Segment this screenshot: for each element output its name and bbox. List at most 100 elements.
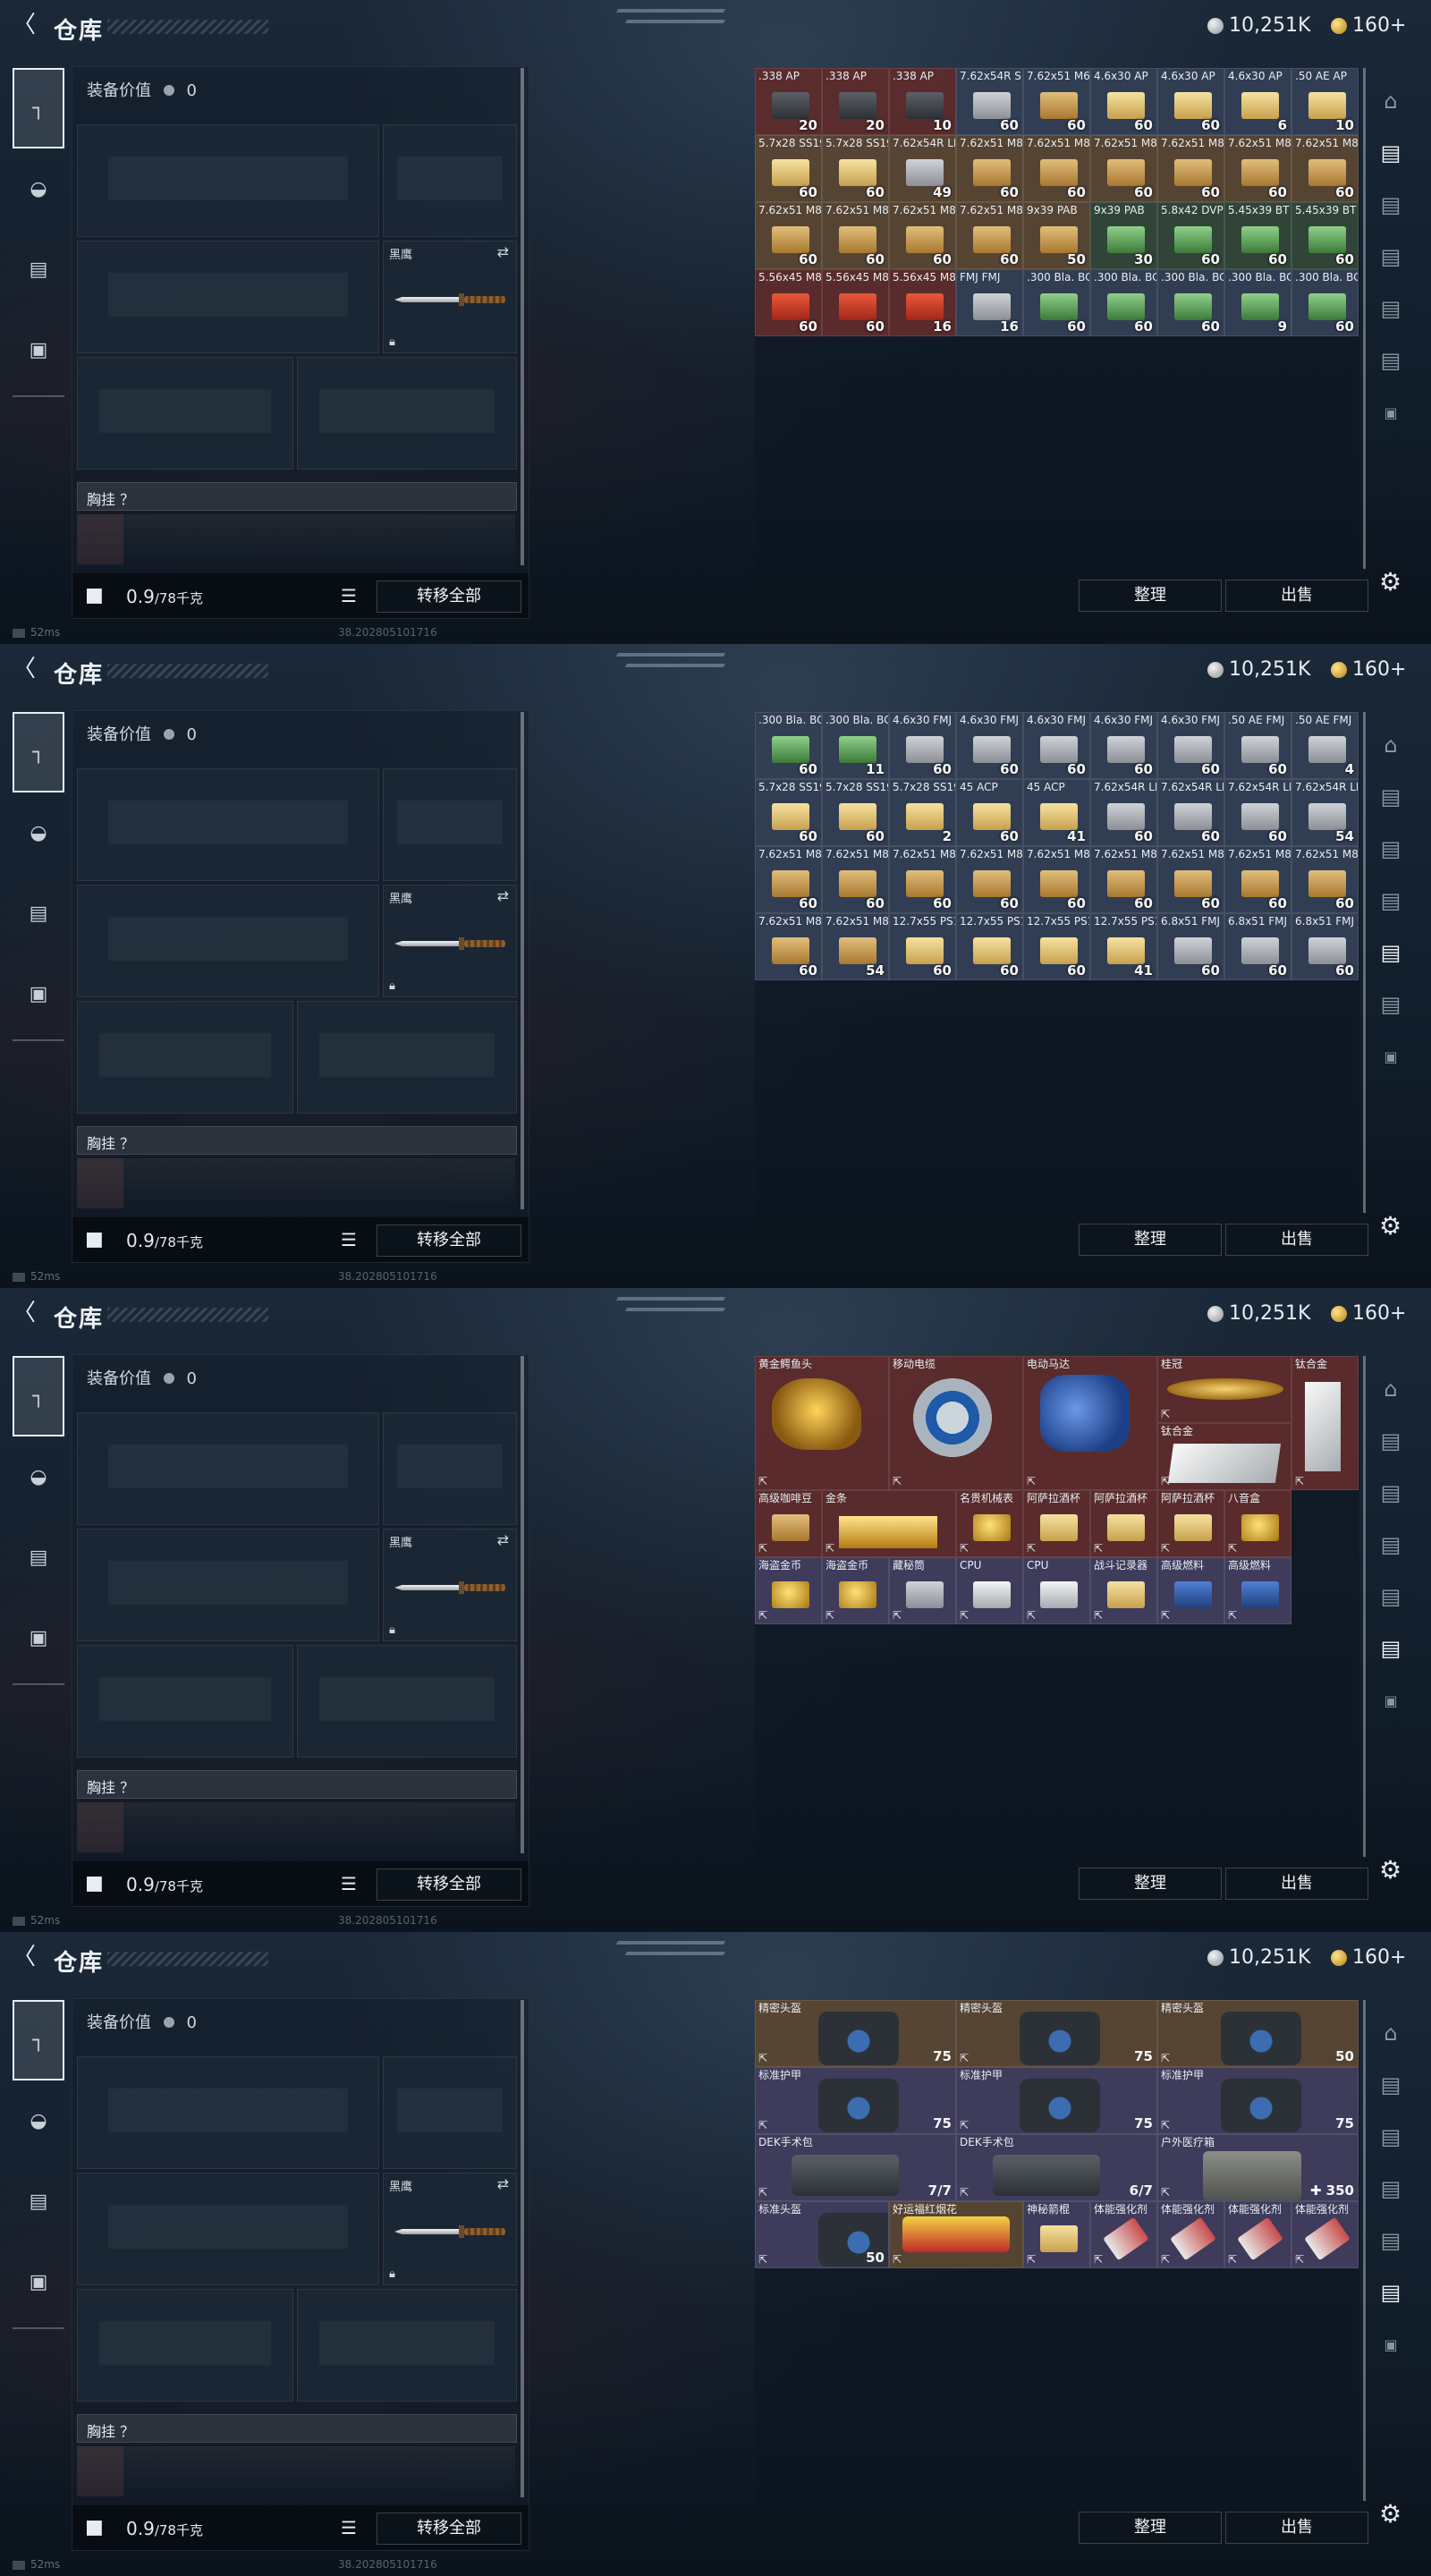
swap-icon[interactable]: ⇄	[497, 887, 509, 904]
sell-button[interactable]: 出售	[1225, 1868, 1368, 1900]
stash-item[interactable]: 5.7x28 SS190 60	[755, 135, 822, 202]
stash-item[interactable]: 阿萨拉酒杯 ⇱	[1023, 1490, 1090, 1557]
stash-item[interactable]: 电动马达 ⇱	[1023, 1356, 1157, 1490]
tab-vest[interactable]: ▤	[13, 1517, 64, 1597]
stash-item[interactable]: 阿萨拉酒杯 ⇱	[1090, 1490, 1157, 1557]
back-arrow-icon[interactable]: 〈	[13, 1301, 38, 1326]
tab-helmet[interactable]: ◒	[13, 2080, 64, 2161]
stash-item[interactable]: 7.62x51 M80 60	[956, 202, 1023, 269]
stash-item[interactable]: 12.7x55 PS12A 41	[1090, 913, 1157, 980]
stash-item[interactable]: 7.62x51 M80 60	[822, 846, 889, 913]
stash-item[interactable]: 7.62x51 M80 60	[1291, 846, 1359, 913]
stash-item[interactable]: 4.6x30 AP 6	[1224, 68, 1291, 135]
stash-tab-icon[interactable]: ▤	[1363, 2163, 1418, 2215]
helmet-slot[interactable]	[77, 2289, 293, 2402]
stash-item[interactable]: 7.62x54R LPS 49	[889, 135, 956, 202]
rig-slot[interactable]	[77, 1802, 123, 1852]
stash-item[interactable]: 5.8x42 DVP 60	[1157, 202, 1224, 269]
stash-item[interactable]: 八音盒 ⇱	[1224, 1490, 1291, 1557]
stash-item[interactable]: 名贵机械表 ⇱	[956, 1490, 1023, 1557]
tab-vest[interactable]: ▤	[13, 873, 64, 953]
tab-briefcase[interactable]: ▣	[13, 1597, 64, 1678]
rig-slot[interactable]	[77, 2446, 123, 2496]
sort-button[interactable]: 整理	[1079, 1224, 1222, 1256]
helmet-slot[interactable]	[77, 357, 293, 470]
pistol-slot[interactable]	[383, 124, 517, 237]
stash-tab-icon[interactable]: ▤	[1363, 1467, 1418, 1519]
stash-item[interactable]: 7.62x51 M80 60	[889, 846, 956, 913]
stash-item[interactable]: 7.62x51 M80 60	[755, 913, 822, 980]
sell-button[interactable]: 出售	[1225, 2512, 1368, 2544]
armor-slot[interactable]	[297, 357, 517, 470]
stash-item[interactable]: 7.62x51 M80 60	[1090, 846, 1157, 913]
pistol-slot[interactable]	[383, 768, 517, 881]
stash-item[interactable]: 藏秘筒 ⇱	[889, 1557, 956, 1624]
tab-briefcase[interactable]: ▣	[13, 2241, 64, 2322]
chest-rig-header[interactable]: 胸挂 ？	[77, 1770, 517, 1799]
stash-item[interactable]: 标准护甲 ⇱ 75	[755, 2067, 956, 2134]
stash-tab-add-icon[interactable]: ▤	[1363, 927, 1418, 979]
tab-helmet[interactable]: ◒	[13, 792, 64, 873]
stash-item[interactable]: FMJ FMJ 16	[956, 269, 1023, 336]
tab-helmet[interactable]: ◒	[13, 1436, 64, 1517]
stash-item[interactable]: .50 AE AP 10	[1291, 68, 1359, 135]
stash-item[interactable]: 阿萨拉酒杯 ⇱	[1157, 1490, 1224, 1557]
stash-item[interactable]: .338 AP 20	[755, 68, 822, 135]
sort-button[interactable]: 整理	[1079, 1868, 1222, 1900]
tab-weapons[interactable]: ┐	[13, 68, 64, 148]
armor-slot[interactable]	[297, 1645, 517, 1758]
lock-icon[interactable]: ▣	[1363, 1674, 1418, 1726]
tab-weapons[interactable]: ┐	[13, 2000, 64, 2080]
melee-slot[interactable]: 黑鹰 ⇄ 🔒︎	[383, 1529, 517, 1641]
primary-weapon-slot[interactable]	[77, 1412, 379, 1525]
settings-gear-icon[interactable]: ⚙	[1379, 567, 1401, 597]
stash-tab-icon[interactable]: ▤	[1363, 2059, 1418, 2111]
stash-item[interactable]: 5.56x45 M855 60	[822, 269, 889, 336]
stash-item[interactable]: 户外医疗箱 ⇱ ✚ 350	[1157, 2134, 1359, 2201]
stash-item[interactable]: 6.8x51 FMJ 60	[1157, 913, 1224, 980]
stash-item[interactable]: CPU ⇱	[1023, 1557, 1090, 1624]
stash-item[interactable]: 12.7x55 PS12A 60	[889, 913, 956, 980]
stash-item[interactable]: 4.6x30 FMJ 60	[1023, 712, 1090, 779]
tab-vest[interactable]: ▤	[13, 2161, 64, 2241]
stash-item[interactable]: 标准护甲 ⇱ 75	[956, 2067, 1157, 2134]
chest-rig-header[interactable]: 胸挂 ？	[77, 482, 517, 511]
stash-tab-icon[interactable]: ▤	[1363, 875, 1418, 927]
stash-tab-add-icon[interactable]: ▤	[1363, 283, 1418, 335]
stash-item[interactable]: 5.45x39 BT 60	[1224, 202, 1291, 269]
stash-item[interactable]: 7.62x51 M80 60	[1224, 135, 1291, 202]
stash-item[interactable]: 体能强化剂 ⇱	[1291, 2201, 1359, 2268]
stash-item[interactable]: 6.8x51 FMJ 60	[1224, 913, 1291, 980]
stash-item[interactable]: 7.62x51 M61 60	[1023, 68, 1090, 135]
transfer-all-button[interactable]: 转移全部	[377, 2512, 521, 2545]
stash-item[interactable]: 体能强化剂 ⇱	[1224, 2201, 1291, 2268]
stash-item[interactable]: .300 Bla. BCP FMJ 60	[755, 712, 822, 779]
stash-item[interactable]: 金条 ⇱	[822, 1490, 956, 1557]
gold-currency[interactable]: 160+	[1331, 658, 1406, 681]
stash-item[interactable]: .300 Bla. BCP FMJ 11	[822, 712, 889, 779]
transfer-all-button[interactable]: 转移全部	[377, 1868, 521, 1901]
stash-item[interactable]: 7.62x54R LPS 60	[1157, 779, 1224, 846]
stash-item[interactable]: .300 Bla. BCP FMJ 60	[1157, 269, 1224, 336]
stash-item[interactable]: 7.62x51 M80 60	[1023, 846, 1090, 913]
tab-vest[interactable]: ▤	[13, 229, 64, 309]
sell-button[interactable]: 出售	[1225, 580, 1368, 612]
sort-button[interactable]: 整理	[1079, 580, 1222, 612]
gold-currency[interactable]: 160+	[1331, 14, 1406, 37]
stash-tab-icon[interactable]: ▤	[1363, 231, 1418, 283]
stash-item[interactable]: 5.7x28 SS198 2	[889, 779, 956, 846]
stash-tab-add-icon[interactable]: ▤	[1363, 2267, 1418, 2318]
tab-briefcase[interactable]: ▣	[13, 309, 64, 390]
stash-item[interactable]: 钛合金 ⇱	[1157, 1423, 1291, 1490]
armor-slot[interactable]	[297, 2289, 517, 2402]
secondary-weapon-slot[interactable]	[77, 885, 379, 997]
stash-item[interactable]: DEK手术包 ⇱ 6/7	[956, 2134, 1157, 2201]
sort-button[interactable]: 整理	[1079, 2512, 1222, 2544]
dome-icon[interactable]: ⌂	[1363, 719, 1418, 771]
stash-item[interactable]: 9x39 PAB 30	[1090, 202, 1157, 269]
stash-item[interactable]: 7.62x51 M80 60	[1291, 135, 1359, 202]
stash-item[interactable]: 12.7x55 PS12A 60	[956, 913, 1023, 980]
stash-tab-icon[interactable]: ▤	[1363, 1519, 1418, 1571]
stash-item[interactable]: 移动电缆 ⇱	[889, 1356, 1023, 1490]
dome-icon[interactable]: ⌂	[1363, 75, 1418, 127]
